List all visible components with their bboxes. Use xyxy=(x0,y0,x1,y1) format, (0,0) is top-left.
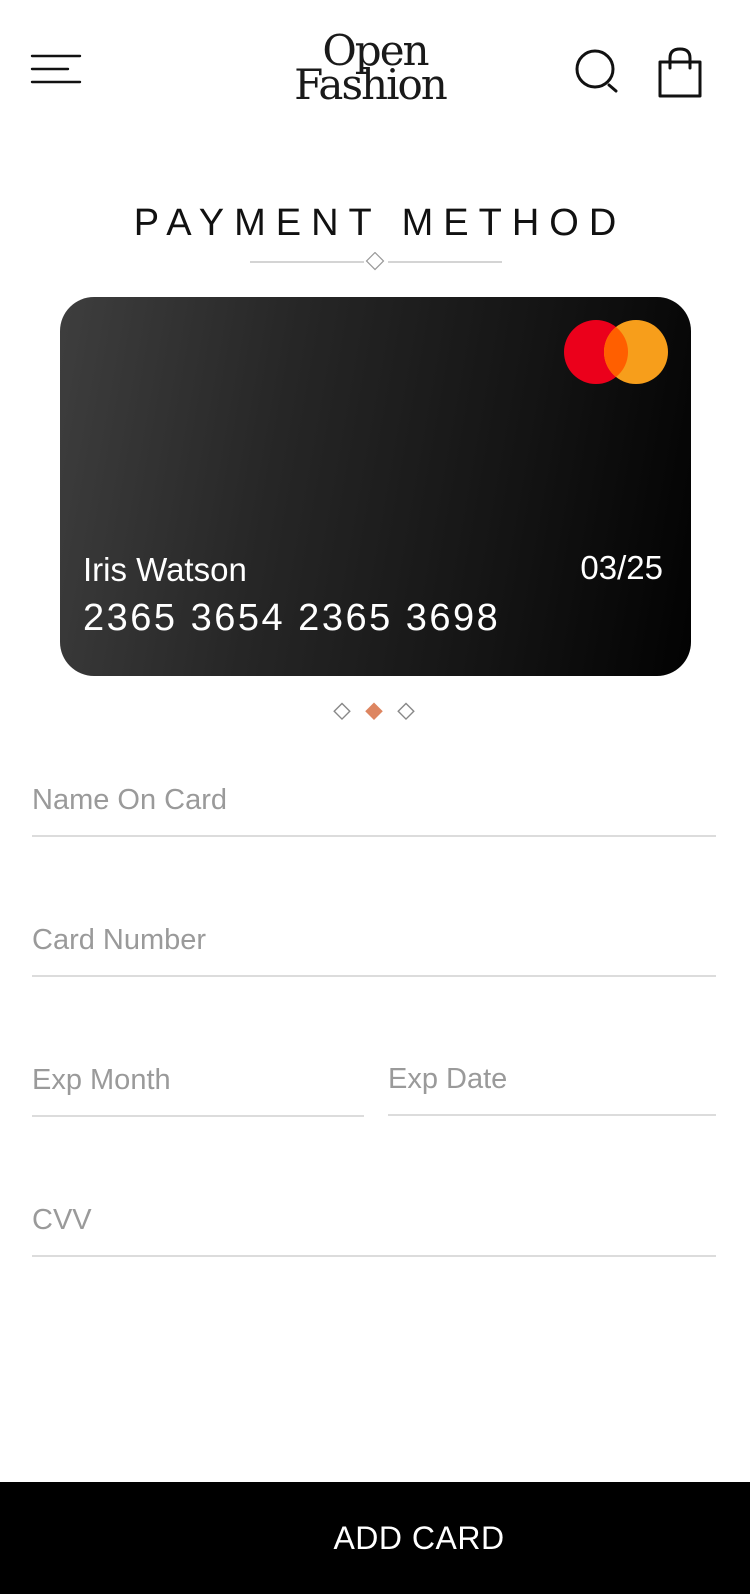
cvv-input[interactable] xyxy=(32,1204,716,1237)
card-number: 2365 3654 2365 3698 xyxy=(83,597,501,639)
name-on-card-field xyxy=(32,755,716,837)
carousel-dot[interactable] xyxy=(330,700,354,724)
carousel-dot[interactable] xyxy=(394,700,418,724)
card-expiry: 03/25 xyxy=(580,549,663,586)
logo-line-2: Fashion xyxy=(294,60,448,109)
search-button[interactable] xyxy=(574,48,624,98)
exp-month-field xyxy=(32,1035,364,1117)
add-card-button[interactable]: ADD CARD xyxy=(0,1482,750,1594)
app-header: Open Fashion xyxy=(0,0,750,150)
exp-date-input[interactable] xyxy=(388,1063,716,1096)
menu-button[interactable] xyxy=(30,48,82,88)
brand-logo[interactable]: Open Fashion xyxy=(270,30,470,114)
name-on-card-input[interactable] xyxy=(32,784,716,817)
card-number-field xyxy=(32,895,716,977)
card-number-input[interactable] xyxy=(32,924,716,957)
carousel-dot-active[interactable] xyxy=(362,700,386,724)
page-title: PAYMENT METHOD xyxy=(133,202,627,244)
exp-month-input[interactable] xyxy=(32,1064,364,1097)
cart-button[interactable] xyxy=(656,46,706,100)
payment-card[interactable]: Iris Watson 03/25 2365 3654 2365 3698 xyxy=(60,297,691,676)
search-icon xyxy=(575,49,618,93)
title-divider xyxy=(250,252,502,271)
card-holder-name: Iris Watson xyxy=(83,551,247,588)
exp-date-field xyxy=(388,1034,716,1116)
cvv-field xyxy=(32,1175,716,1257)
shopping-bag-icon xyxy=(658,47,702,98)
mastercard-logo xyxy=(564,320,668,384)
carousel-indicator xyxy=(330,700,426,724)
hamburger-menu-icon xyxy=(30,54,82,84)
